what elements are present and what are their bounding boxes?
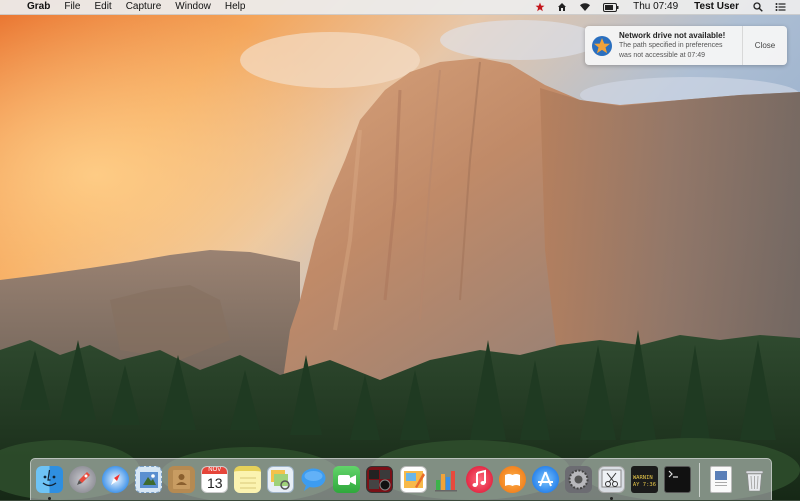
menu-app-name[interactable]: Grab bbox=[20, 0, 57, 14]
dock-mail[interactable] bbox=[132, 459, 165, 501]
preview-icon bbox=[267, 466, 295, 493]
notification-message-line-2: was not accessible at 07:49 bbox=[619, 52, 705, 59]
notification-close-button[interactable]: Close bbox=[742, 26, 787, 65]
menu-capture[interactable]: Capture bbox=[119, 0, 169, 14]
dock-console[interactable]: WARNIN AY 7:36 bbox=[628, 459, 661, 501]
safari-compass-icon bbox=[102, 466, 130, 493]
dock-trash[interactable] bbox=[738, 459, 771, 501]
itunes-music-icon bbox=[465, 466, 493, 493]
contacts-book-icon bbox=[168, 466, 196, 493]
menubar-clock[interactable]: Thu 07:49 bbox=[625, 0, 686, 14]
terminal-icon bbox=[663, 466, 691, 493]
dock-system-preferences[interactable] bbox=[562, 459, 595, 501]
notification-title: Network drive not available! bbox=[619, 31, 726, 40]
launchpad-rocket-icon bbox=[69, 466, 97, 493]
console-text-line-2: AY 7:36 bbox=[632, 482, 657, 488]
battery-icon[interactable] bbox=[597, 2, 625, 12]
dock-finder[interactable] bbox=[33, 459, 66, 501]
calendar-day: 13 bbox=[206, 475, 223, 491]
dock-ibooks[interactable] bbox=[496, 459, 529, 501]
trash-can-icon bbox=[741, 466, 768, 493]
numbers-chart-icon bbox=[433, 466, 460, 493]
dock-launchpad[interactable] bbox=[66, 459, 99, 501]
photo-booth-icon bbox=[366, 466, 394, 493]
wifi-icon[interactable] bbox=[573, 2, 597, 12]
dock-notes[interactable] bbox=[231, 459, 264, 501]
menu-bar: Grab File Edit Capture Window Help Thu 0… bbox=[0, 0, 800, 15]
running-indicator bbox=[48, 496, 52, 500]
pages-icon bbox=[399, 466, 427, 493]
notes-icon bbox=[234, 466, 262, 493]
menubar-user[interactable]: Test User bbox=[686, 0, 747, 14]
dock-terminal[interactable] bbox=[661, 459, 694, 501]
console-icon: WARNIN AY 7:36 bbox=[630, 466, 658, 493]
running-indicator bbox=[609, 496, 613, 500]
dock-separator bbox=[698, 462, 700, 497]
notification-banner[interactable]: Network drive not available! The path sp… bbox=[585, 26, 787, 65]
menu-help[interactable]: Help bbox=[218, 0, 253, 14]
menu-edit[interactable]: Edit bbox=[87, 0, 118, 14]
dock-messages[interactable] bbox=[297, 459, 330, 501]
dock: NOV 13 WARNIN AY 7:36 bbox=[30, 458, 772, 500]
dock-safari[interactable] bbox=[99, 459, 132, 501]
dock-facetime[interactable] bbox=[330, 459, 363, 501]
dock-grab[interactable] bbox=[595, 459, 628, 501]
grab-scissors-icon bbox=[597, 466, 625, 493]
dock-preview[interactable] bbox=[264, 459, 297, 501]
calendar-icon: NOV 13 bbox=[201, 466, 229, 493]
finder-icon bbox=[36, 466, 64, 493]
app-star-icon bbox=[591, 35, 613, 57]
system-preferences-gear-icon bbox=[564, 466, 592, 493]
status-house-icon[interactable] bbox=[551, 2, 573, 12]
spotlight-search-icon[interactable] bbox=[747, 2, 769, 12]
app-store-icon bbox=[531, 466, 559, 493]
mail-stamp-icon bbox=[135, 466, 163, 493]
dock-pages[interactable] bbox=[397, 459, 430, 501]
dock-numbers[interactable] bbox=[430, 459, 463, 501]
pdf-document-icon bbox=[710, 466, 733, 493]
dock-contacts[interactable] bbox=[165, 459, 198, 501]
menu-file[interactable]: File bbox=[57, 0, 87, 14]
dock-app-store[interactable] bbox=[529, 459, 562, 501]
dock-itunes[interactable] bbox=[463, 459, 496, 501]
notification-message-line-1: The path specified in preferences bbox=[619, 42, 723, 49]
ibooks-icon bbox=[498, 466, 526, 493]
status-star-icon[interactable] bbox=[529, 2, 551, 12]
desktop-wallpaper bbox=[0, 0, 800, 500]
notification-center-icon[interactable] bbox=[769, 2, 792, 12]
dock-downloads-document[interactable] bbox=[705, 459, 738, 501]
messages-bubble-icon bbox=[300, 466, 327, 493]
dock-calendar[interactable]: NOV 13 bbox=[198, 459, 231, 501]
console-text-line-1: WARNIN bbox=[632, 475, 653, 481]
facetime-camera-icon bbox=[333, 466, 361, 493]
dock-photo-booth[interactable] bbox=[363, 459, 396, 501]
menu-window[interactable]: Window bbox=[168, 0, 218, 14]
calendar-month: NOV bbox=[202, 467, 228, 474]
